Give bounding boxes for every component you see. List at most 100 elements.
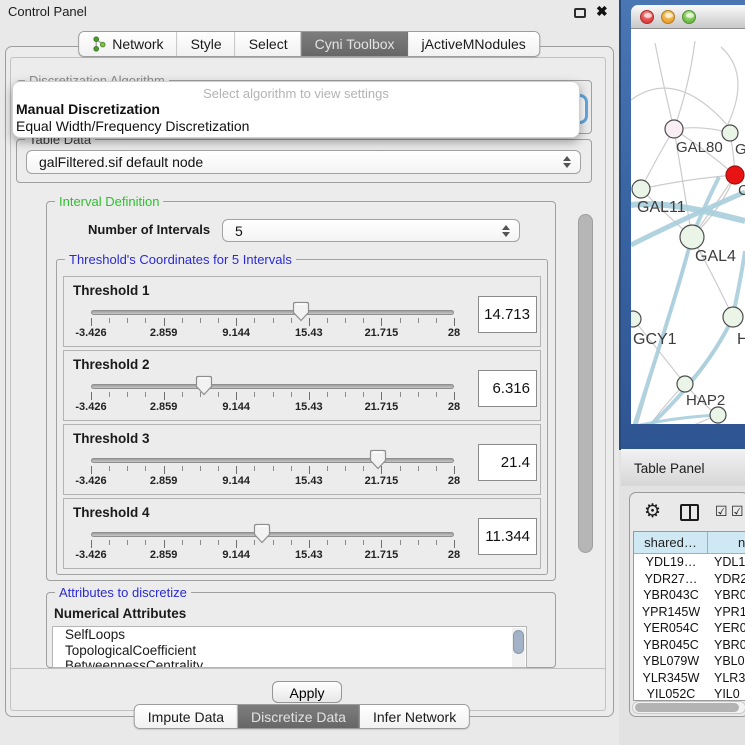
tab-jactivemnodules[interactable]: jActiveMNodules [409,32,539,56]
tab-network[interactable]: Network [79,32,177,56]
table-panel-title: Table Panel [634,461,705,476]
attribute-item-betweennesscentrality[interactable]: BetweennessCentrality [53,658,526,668]
tick-mark [254,392,255,397]
content-vertical-scrollbar[interactable] [575,190,597,667]
node-hap2[interactable] [677,376,693,392]
tab-style[interactable]: Style [178,32,236,56]
apply-button[interactable]: Apply [272,681,342,703]
table-data-combobox[interactable]: galFiltered.sif default node [26,150,581,174]
column-header-shared-name[interactable]: shared… [634,532,708,553]
node-gal4[interactable] [680,225,704,249]
attribute-item-selfloops[interactable]: SelfLoops [53,627,526,643]
node-gcy1[interactable] [631,311,641,327]
cell-name: YBL0 [708,653,745,670]
tick-mark [345,318,346,323]
table-row[interactable]: YDL19…YDL1 [634,554,745,571]
tick-mark [273,318,274,323]
threshold-2-slider-track[interactable] [91,384,454,389]
tick-mark [436,466,437,471]
tab-network-label: Network [112,36,163,52]
attributes-list-scrollbar[interactable] [512,628,525,668]
node-gal80[interactable] [665,120,683,138]
threshold-4-label: Threshold 4 [73,505,150,520]
tick-mark [200,318,201,323]
number-of-intervals-combobox[interactable]: 5 [222,219,520,242]
numerical-attributes-list[interactable]: SelfLoopsTopologicalCoefficientBetweenne… [52,626,527,668]
tick-label: 28 [428,401,480,413]
algorithm-option-manual-discretization[interactable]: Manual Discretization [13,101,579,118]
threshold-4-slider-thumb[interactable] [253,523,271,544]
threshold-3-slider-track[interactable] [91,458,454,463]
close-traffic-light-icon[interactable] [640,10,654,24]
tick-mark [436,392,437,397]
tick-mark [109,318,110,323]
table-row[interactable]: YPR145WYPR1 [634,604,745,621]
tick-mark [236,540,237,548]
checkbox-icon[interactable]: ☑ [731,503,744,520]
close-icon[interactable]: ✖ [596,3,608,20]
node-table[interactable]: shared… na YDL19…YDL1YDR27…YDR2YBR043CYB… [633,531,745,701]
tick-mark [145,318,146,323]
node-gal80-label: GAL80 [676,139,723,156]
table-horizontal-scrollbar[interactable] [632,701,745,714]
table-row[interactable]: YER054CYER0 [634,620,745,637]
network-graph: GAL80GACGAL11GAL4GCY1HHAP2 [631,29,745,424]
cell-name: YDR2 [708,571,745,588]
minimize-traffic-light-icon[interactable] [661,10,675,24]
table-row[interactable]: YLR345WYLR3 [634,670,745,687]
threshold-2-value-field[interactable]: 6.316 [478,370,537,407]
threshold-1-slider-thumb[interactable] [292,301,310,322]
table-row[interactable]: YDR27…YDR2 [634,571,745,588]
zoom-traffic-light-icon[interactable] [682,10,696,24]
node-h-label: H [737,331,745,348]
thresholds-container: Threshold 1-3.4262.8599.14415.4321.71528… [63,276,541,569]
tick-mark [218,466,219,471]
top-tab-bar: Network StyleSelect Cyni Toolbox jActiveMNo… [78,31,540,57]
node-top-right[interactable] [722,125,738,141]
checkbox-icon[interactable]: ☑ [715,503,728,520]
tick-mark [291,466,292,471]
tick-mark [418,466,419,471]
tick-mark [454,392,455,400]
algorithm-popup-placeholder: Select algorithm to view settings [13,86,579,101]
tick-mark [327,466,328,471]
table-row[interactable]: YBL079WYBL0 [634,653,745,670]
table-row[interactable]: YIL052CYIL0 [634,686,745,701]
algorithm-option-equal-width-frequency-discretization[interactable]: Equal Width/Frequency Discretization [13,118,579,135]
tick-mark [273,540,274,545]
threshold-2-slider-thumb[interactable] [195,375,213,396]
threshold-4-value-field[interactable]: 11.344 [478,518,537,555]
threshold-1-value-field[interactable]: 14.713 [478,296,537,333]
node-gal11[interactable] [632,180,650,198]
tick-mark [363,318,364,323]
column-header-name[interactable]: na [708,532,745,553]
network-window-titlebar[interactable] [631,5,745,29]
node-partial[interactable] [710,407,726,423]
threshold-3-value-field[interactable]: 21.4 [478,444,537,481]
gear-icon[interactable]: ⚙ [644,502,661,521]
tab-discretize-data[interactable]: Discretize Data [238,705,360,728]
tick-mark [254,466,255,471]
threshold-1-slider-track[interactable] [91,310,454,315]
float-window-icon[interactable] [574,8,586,18]
tick-label: 28 [428,327,480,339]
table-row[interactable]: YBR045CYBR0 [634,637,745,654]
network-view-canvas[interactable]: GAL80GACGAL11GAL4GCY1HHAP2 [631,29,745,424]
tab-select[interactable]: Select [236,32,302,56]
cell-shared-name: YBL079W [634,653,708,670]
table-header-row[interactable]: shared… na [634,532,745,554]
table-row[interactable]: YBR043CYBR0 [634,587,745,604]
tab-cyni-toolbox[interactable]: Cyni Toolbox [302,32,409,56]
tab-cyni-toolbox-label: Cyni Toolbox [315,36,395,52]
node-h[interactable] [723,307,743,327]
attribute-item-topologicalcoefficient[interactable]: TopologicalCoefficient [53,643,526,659]
cell-name: YLR3 [708,670,745,687]
tick-label: -3.426 [65,475,117,487]
threshold-4-slider-track[interactable] [91,532,454,537]
split-view-icon[interactable] [680,504,699,521]
threshold-3-slider-thumb[interactable] [369,449,387,470]
tab-infer-network[interactable]: Infer Network [360,705,469,728]
tab-impute-data[interactable]: Impute Data [135,705,238,728]
tick-mark [109,540,110,545]
tick-mark [109,466,110,471]
